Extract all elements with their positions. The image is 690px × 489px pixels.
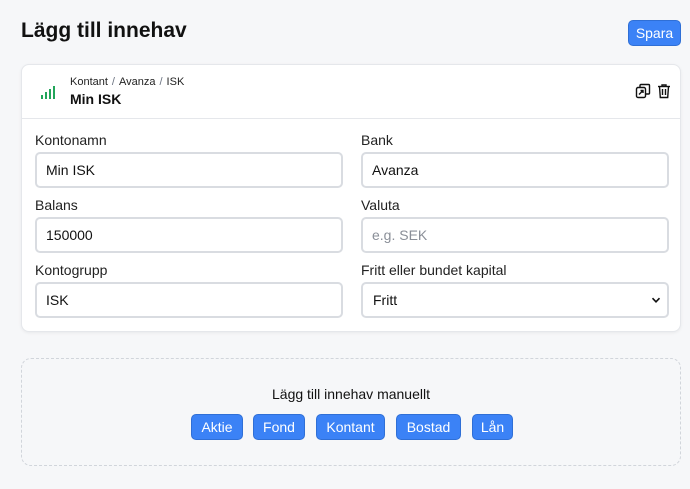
manual-add-panel: Lägg till innehav manuellt Aktie Fond Ko… bbox=[21, 358, 681, 466]
account-name-label: Kontonamn bbox=[35, 132, 107, 148]
account-title: Min ISK bbox=[70, 91, 122, 107]
account-group-label: Kontogrupp bbox=[35, 262, 108, 278]
breadcrumb-item: ISK bbox=[166, 76, 185, 88]
add-housing-button[interactable]: Bostad bbox=[396, 414, 461, 440]
currency-field[interactable] bbox=[361, 217, 669, 253]
breadcrumb-separator: / bbox=[159, 76, 163, 88]
chevron-down-icon bbox=[651, 297, 661, 303]
breadcrumb-item: Kontant bbox=[70, 76, 108, 88]
account-name-field[interactable] bbox=[35, 152, 343, 188]
capital-type-label: Fritt eller bundet kapital bbox=[361, 262, 507, 278]
save-button[interactable]: Spara bbox=[628, 20, 681, 46]
bank-label: Bank bbox=[361, 132, 393, 148]
manual-add-title: Lägg till innehav manuellt bbox=[272, 386, 430, 402]
balance-label: Balans bbox=[35, 197, 78, 213]
account-card: Kontant/Avanza/ISK Min ISK Kontonamn Ban… bbox=[21, 64, 681, 332]
breadcrumb: Kontant / Avanza / ISK bbox=[70, 76, 184, 88]
capital-type-selected: Fritt bbox=[373, 292, 398, 308]
balance-field[interactable] bbox=[35, 217, 343, 253]
capital-type-select[interactable]: Fritt bbox=[361, 282, 669, 318]
copy-icon[interactable] bbox=[635, 83, 651, 99]
breadcrumb-separator: / bbox=[111, 76, 115, 88]
bank-field[interactable] bbox=[361, 152, 669, 188]
add-stock-button[interactable]: Aktie bbox=[191, 414, 243, 440]
trash-icon[interactable] bbox=[656, 83, 672, 99]
account-group-field[interactable] bbox=[35, 282, 343, 318]
add-fund-button[interactable]: Fond bbox=[253, 414, 305, 440]
add-loan-button[interactable]: Lån bbox=[472, 414, 513, 440]
currency-label: Valuta bbox=[361, 197, 400, 213]
breadcrumb-item: Avanza bbox=[118, 76, 156, 88]
add-cash-button[interactable]: Kontant bbox=[316, 414, 385, 440]
page-title: Lägg till innehav bbox=[21, 19, 187, 42]
signal-bars-icon bbox=[41, 86, 55, 99]
account-card-header: Kontant / Avanza / ISK Min ISK bbox=[22, 65, 680, 119]
